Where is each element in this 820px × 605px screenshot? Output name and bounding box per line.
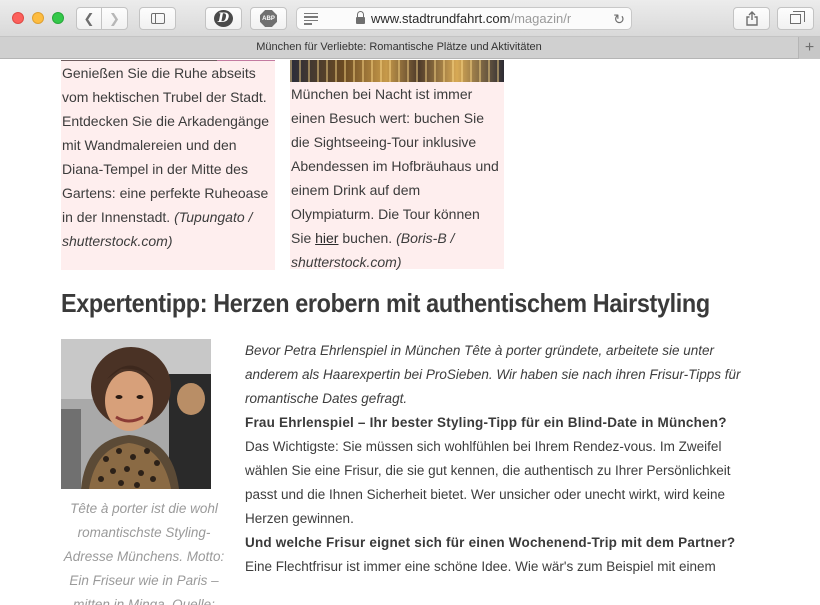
interview-question-2: Und welche Frisur eignet sich für einen …: [245, 535, 736, 550]
munich-night-photo: [290, 60, 504, 82]
photo-caption-card-left: Genießen Sie die Ruhe abseits vom hektis…: [61, 60, 275, 270]
minimize-window-button[interactable]: [32, 12, 44, 24]
chevron-left-icon: ❮: [83, 10, 95, 26]
share-button[interactable]: [733, 7, 770, 30]
interview-intro: Bevor Petra Ehrlenspiel in München Tête …: [245, 343, 741, 406]
url-text[interactable]: www.stadtrundfahrt.com/magazin/m: [371, 11, 571, 26]
tour-booking-link[interactable]: hier: [315, 230, 338, 246]
adblock-plus-icon: ABP: [260, 10, 277, 27]
adblock-plus-button[interactable]: ABP: [250, 7, 287, 30]
back-button[interactable]: ❮: [76, 7, 102, 30]
sidebar-icon: [150, 13, 165, 24]
tab-bar: München für Verliebte: Romantische Plätz…: [0, 37, 820, 59]
tabs-overview-icon: [790, 10, 805, 24]
photo-bottom-edge-accent: [217, 60, 275, 61]
share-icon: [745, 11, 758, 26]
plus-icon: +: [804, 39, 815, 56]
sidebar-toggle-button[interactable]: [139, 7, 176, 30]
address-bar[interactable]: www.stadtrundfahrt.com/magazin/m ↻: [296, 7, 632, 30]
photo-caption-card-right: München bei Nacht ist immer einen Besuch…: [290, 60, 504, 270]
interview-answer-1: Das Wichtigste: Sie müssen sich wohlfühl…: [245, 439, 731, 526]
reload-icon[interactable]: ↻: [613, 11, 625, 28]
interview-question-1: Frau Ehrlenspiel – Ihr bester Styling-Ti…: [245, 415, 727, 430]
new-tab-button[interactable]: +: [798, 37, 820, 59]
active-tab-title[interactable]: München für Verliebte: Romantische Plätz…: [0, 41, 798, 53]
reader-view-icon[interactable]: [304, 12, 318, 25]
chevron-right-icon: ❯: [109, 10, 120, 26]
show-tabs-button[interactable]: [777, 7, 814, 30]
d-logo-icon: D: [214, 10, 233, 27]
browser-toolbar: ❮ ❯ D ABP www.stadtrundfahrt.com/magazin…: [0, 0, 820, 37]
card-caption: München bei Nacht ist immer einen Besuch…: [291, 86, 499, 270]
portrait-photo: [61, 339, 211, 489]
close-window-button[interactable]: [12, 12, 24, 24]
page-content: Genießen Sie die Ruhe abseits vom hektis…: [0, 60, 820, 605]
portrait-caption: Tête à porter ist die wohl romantischste…: [63, 501, 225, 605]
forward-button[interactable]: ❯: [101, 7, 128, 30]
interview-text: Bevor Petra Ehrlenspiel in München Tête …: [245, 339, 765, 579]
interview-answer-2: Eine Flechtfrisur ist immer eine schöne …: [245, 559, 716, 574]
section-heading: Expertentipp: Herzen erobern mit authent…: [61, 288, 710, 318]
zoom-window-button[interactable]: [52, 12, 64, 24]
card-caption: Genießen Sie die Ruhe abseits vom hektis…: [62, 65, 270, 249]
lock-icon: [356, 11, 365, 24]
extension-d-button[interactable]: D: [205, 7, 242, 30]
